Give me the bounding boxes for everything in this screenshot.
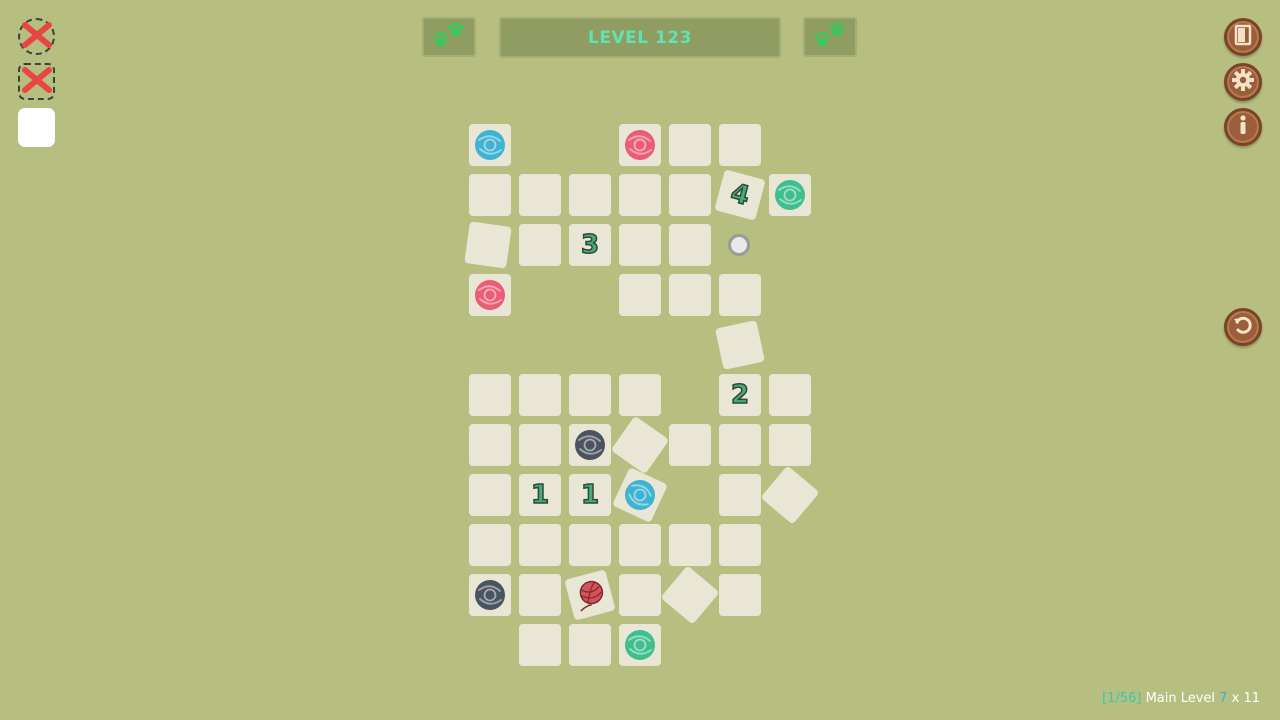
number-tile[interactable]: 4 [714,169,766,221]
attempt-status-1 [18,18,55,55]
empty-tile[interactable] [619,524,661,566]
empty-tile[interactable] [669,124,711,166]
attempt-status-3 [18,108,55,147]
swirl-icon [473,128,507,162]
empty-tile[interactable] [469,474,511,516]
swirl-icon [573,428,607,462]
empty-tile[interactable] [619,174,661,216]
empty-tile[interactable] [715,320,765,370]
empty-tile[interactable] [719,124,761,166]
empty-tile[interactable] [769,424,811,466]
level-title: LEVEL 123 [499,17,781,58]
empty-tile[interactable] [619,574,661,616]
swirl-icon [473,278,507,312]
empty-tile[interactable] [669,174,711,216]
number-tile[interactable]: 3 [569,224,611,266]
door-icon [1233,24,1253,50]
level-progress: [1/56] [1102,691,1142,706]
tile-number: 1 [530,480,550,510]
tile-number: 4 [727,177,754,212]
red-x-icon [20,20,54,54]
swirl-tile[interactable] [469,274,511,316]
empty-tile[interactable] [519,224,561,266]
empty-tile[interactable] [719,574,761,616]
empty-tile[interactable] [519,624,561,666]
empty-tile[interactable] [469,374,511,416]
grid-height: 11 [1243,691,1260,706]
empty-tile[interactable] [719,274,761,316]
empty-tile[interactable] [760,465,820,525]
empty-tile[interactable] [519,524,561,566]
yarn-tile[interactable] [564,569,616,621]
empty-tile[interactable] [469,524,511,566]
empty-tile[interactable] [660,565,720,625]
paw-prints-icon [813,20,847,54]
empty-tile[interactable] [464,221,512,269]
swirl-tile[interactable] [612,467,668,523]
attempt-status-2 [18,63,55,100]
empty-tile[interactable] [519,374,561,416]
settings-button[interactable] [1224,63,1262,101]
swirl-icon [623,628,657,662]
empty-tile[interactable] [519,174,561,216]
empty-tile[interactable] [519,574,561,616]
yarn-ball-icon [569,574,611,616]
swirl-tile[interactable] [619,124,661,166]
empty-tile[interactable] [469,174,511,216]
info-button[interactable] [1224,108,1262,146]
grid-x: x [1231,691,1240,706]
empty-tile[interactable] [669,424,711,466]
empty-tile[interactable] [669,524,711,566]
swirl-tile[interactable] [469,574,511,616]
empty-tile[interactable] [769,374,811,416]
tile-number: 3 [580,230,600,260]
empty-tile[interactable] [669,274,711,316]
red-x-icon [20,65,54,99]
empty-tile[interactable] [669,224,711,266]
peg-marker [728,234,750,256]
empty-tile[interactable] [619,374,661,416]
empty-tile[interactable] [469,424,511,466]
info-icon [1236,114,1250,140]
swirl-tile[interactable] [769,174,811,216]
number-tile[interactable]: 2 [719,374,761,416]
number-tile[interactable]: 1 [519,474,561,516]
swirl-icon [623,128,657,162]
number-tile[interactable]: 1 [569,474,611,516]
swirl-tile[interactable] [569,424,611,466]
empty-tile[interactable] [569,174,611,216]
paw-prints-icon [432,20,466,54]
empty-tile[interactable] [719,524,761,566]
undo-button[interactable] [1224,308,1262,346]
swirl-tile[interactable] [619,624,661,666]
gear-icon [1231,68,1255,96]
empty-tile[interactable] [619,274,661,316]
tile-number: 2 [730,380,750,410]
empty-tile[interactable] [719,424,761,466]
empty-tile[interactable] [569,524,611,566]
paw-button-left[interactable] [422,17,476,57]
swirl-icon [473,578,507,612]
level-label: Main Level [1145,691,1216,706]
swirl-tile[interactable] [469,124,511,166]
empty-tile[interactable] [569,624,611,666]
undo-icon [1232,314,1254,340]
grid-width: 7 [1219,691,1228,706]
empty-tile[interactable] [610,415,669,475]
empty-tile[interactable] [519,424,561,466]
empty-tile[interactable] [619,224,661,266]
swirl-icon [773,178,807,212]
paw-button-right[interactable] [803,17,857,57]
empty-tile[interactable] [719,474,761,516]
level-info: [1/56] Main Level 7 x 11 [1102,691,1260,706]
tile-number: 1 [580,480,600,510]
empty-tile[interactable] [569,374,611,416]
swirl-icon [617,472,662,517]
exit-button[interactable] [1224,18,1262,56]
